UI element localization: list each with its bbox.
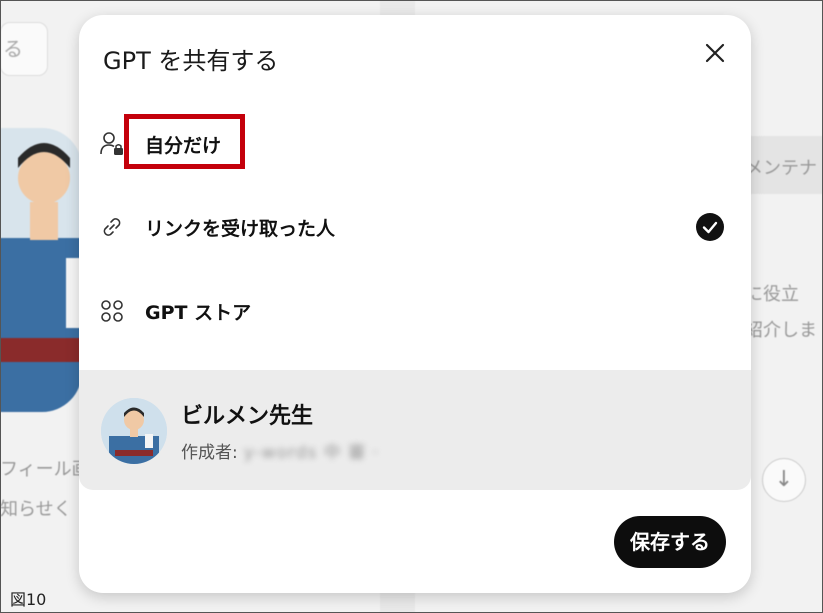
background-text: に役立: [745, 284, 799, 305]
close-icon[interactable]: [701, 39, 729, 67]
checkmark-icon: [696, 213, 724, 241]
share-option-link[interactable]: リンクを受け取った人: [79, 196, 751, 256]
link-icon: [99, 214, 125, 240]
dialog-title: GPT を共有する: [103, 47, 279, 75]
author-label: 作成者:: [181, 443, 238, 463]
background-text: 紹介しま: [745, 320, 817, 341]
background-text: 知らせく: [0, 499, 72, 520]
figure-caption: 図10: [10, 590, 47, 609]
gpt-author: 作成者: y-words 中 審 ·: [181, 438, 379, 463]
share-option-gpt-store[interactable]: GPT ストア: [79, 280, 751, 340]
option-label: リンクを受け取った人: [145, 218, 336, 240]
share-option-only-me[interactable]: 自分だけ: [79, 113, 751, 173]
gpt-name: ビルメン先生: [181, 404, 314, 429]
background-portrait: [0, 128, 82, 412]
gpt-card: ビルメン先生 作成者: y-words 中 審 ·: [79, 370, 751, 490]
background-text: フィール画: [0, 459, 90, 480]
option-label: 自分だけ: [145, 135, 222, 157]
share-gpt-dialog: GPT を共有する 自分だけ リンクを受け取った人 GPT ストア ビルメン先生…: [79, 15, 751, 593]
background-button: る: [0, 22, 48, 76]
save-button[interactable]: 保存する: [614, 516, 726, 568]
option-label: GPT ストア: [145, 302, 252, 324]
person-lock-icon: [99, 131, 125, 157]
avatar: [101, 398, 167, 464]
author-name-redacted: y-words 中 審 ·: [243, 443, 379, 463]
scroll-down-icon: ↓: [762, 458, 806, 502]
background-text: メンテナ: [745, 158, 817, 179]
grid-icon: [99, 298, 125, 324]
